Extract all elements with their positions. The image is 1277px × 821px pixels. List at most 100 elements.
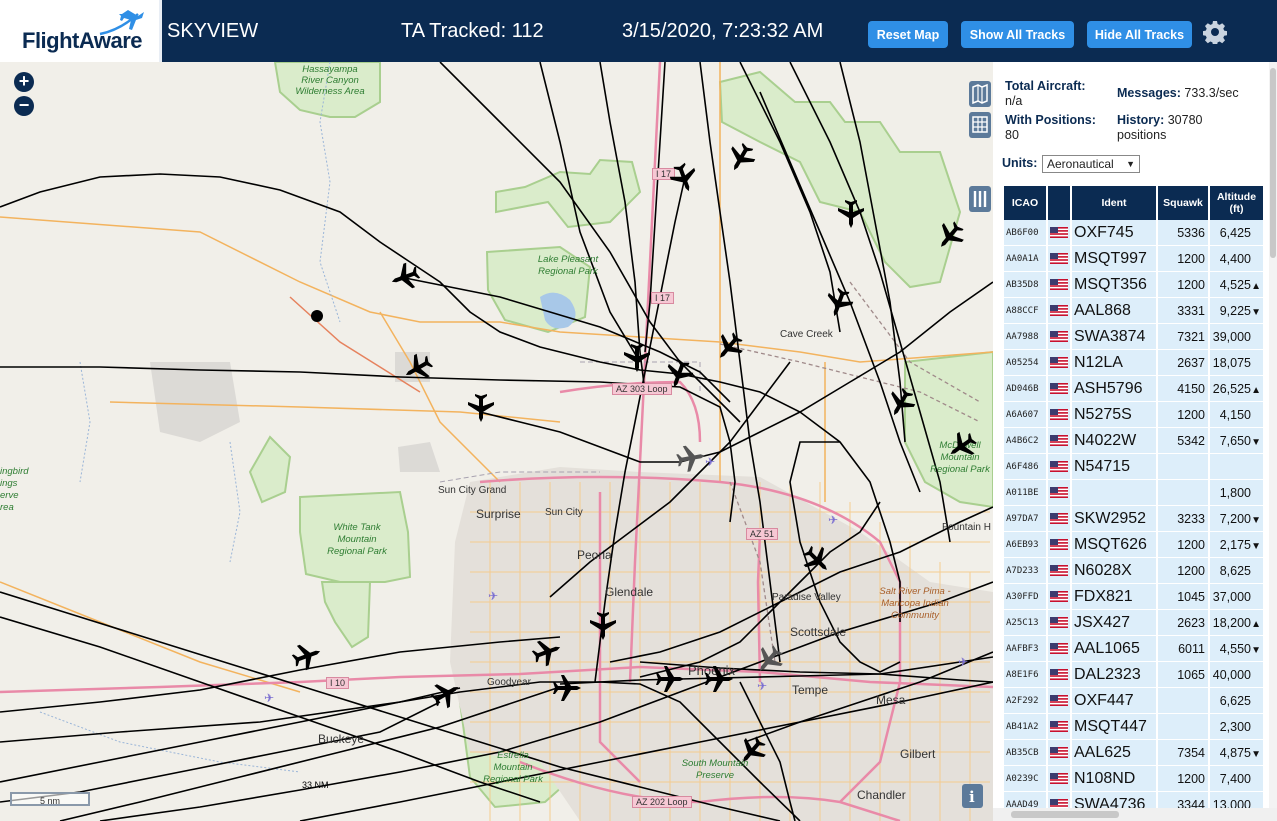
scrollbar-thumb[interactable] [1270, 68, 1276, 258]
cell-squawk [1157, 479, 1210, 506]
cell-icao: A0239C [1004, 765, 1048, 792]
table-row[interactable]: AAFBF3 AAL1065 6011 4,550▼ [1004, 635, 1265, 662]
aircraft-icon[interactable] [750, 641, 788, 679]
cell-altitude: 6,625 [1209, 687, 1265, 714]
aircraft-icon[interactable] [468, 394, 494, 422]
aircraft-icon[interactable] [289, 639, 324, 673]
cell-altitude [1209, 453, 1265, 480]
cell-squawk: 3331 [1157, 297, 1210, 324]
table-row[interactable]: A6EB93 MSQT626 1200 2,175▼ [1004, 531, 1265, 558]
cell-squawk: 2637 [1157, 349, 1210, 376]
table-row[interactable]: AA7988 SWA3874 7321 39,000 [1004, 323, 1265, 350]
cell-flag [1047, 635, 1072, 662]
horizontal-scrollbar-thumb[interactable] [1011, 811, 1119, 818]
aircraft-icon[interactable] [427, 676, 464, 713]
column-header-altitude[interactable]: Altitude (ft) [1209, 186, 1265, 220]
reset-map-button[interactable]: Reset Map [868, 21, 948, 48]
column-toggle-button[interactable] [969, 186, 991, 212]
aircraft-icon[interactable] [656, 666, 684, 692]
aircraft-icon[interactable] [387, 260, 422, 294]
aircraft-icon[interactable] [705, 666, 733, 692]
gear-icon[interactable] [1203, 20, 1227, 44]
altitude-trend-icon: ▼ [1251, 644, 1261, 656]
cell-altitude: 37,000 [1209, 583, 1265, 610]
cell-icao: AD046B [1004, 375, 1048, 402]
column-header-squawk[interactable]: Squawk [1157, 186, 1210, 220]
aircraft-icon[interactable] [675, 443, 707, 473]
column-header-ident[interactable]: Ident [1071, 186, 1158, 220]
cell-flag [1047, 557, 1072, 584]
map-view[interactable]: ✈ ✈ ✈ ✈ ✈ ✈ Hassayampa River Canyon Wild… [0, 62, 993, 821]
table-row[interactable]: A6A607 N5275S 1200 4,150 [1004, 401, 1265, 428]
table-row[interactable]: A25C13 JSX427 2623 18,200▲ [1004, 609, 1265, 636]
aircraft-icon[interactable] [798, 541, 836, 579]
units-select[interactable]: Aeronautical ▼ [1042, 155, 1140, 173]
aircraft-icon[interactable] [590, 612, 616, 640]
horizontal-scrollbar[interactable] [993, 808, 1277, 821]
show-all-tracks-button[interactable]: Show All Tracks [961, 21, 1074, 48]
aircraft-icon[interactable] [624, 344, 650, 372]
cell-ident: MSQT997 [1071, 245, 1158, 272]
table-row[interactable]: A8E1F6 DAL2323 1065 40,000 [1004, 661, 1265, 688]
cell-altitude: 4,875▼ [1209, 739, 1265, 766]
table-row[interactable]: AA0A1A MSQT997 1200 4,400 [1004, 245, 1265, 272]
aircraft-icon[interactable] [943, 427, 981, 464]
column-header-flag[interactable] [1047, 186, 1072, 220]
aircraft-icon[interactable] [723, 139, 760, 176]
cell-flag [1047, 453, 1072, 480]
cell-flag [1047, 505, 1072, 532]
info-button[interactable]: i [962, 784, 983, 808]
table-row[interactable]: A97DA7 SKW2952 3233 7,200▼ [1004, 505, 1265, 532]
aircraft-icon[interactable] [733, 732, 771, 770]
table-row[interactable]: AB41A2 MSQT447 2,300 [1004, 713, 1265, 740]
panel-scrollbar[interactable] [1269, 62, 1277, 821]
cell-ident: N5275S [1071, 401, 1158, 428]
map-layers-button[interactable] [969, 81, 991, 107]
aircraft-icon[interactable] [529, 635, 564, 669]
cell-icao: AA7988 [1004, 323, 1048, 350]
cell-ident: N108ND [1071, 765, 1158, 792]
aircraft-icon[interactable] [662, 356, 696, 391]
table-row[interactable]: A6F486 N54715 [1004, 453, 1265, 480]
table-row[interactable]: AB6F00 OXF745 5336 6,425 [1004, 220, 1265, 246]
aircraft-icon[interactable] [553, 675, 581, 701]
cell-icao: A011BE [1004, 479, 1048, 506]
cell-flag [1047, 713, 1072, 740]
cell-squawk: 7321 [1157, 323, 1210, 350]
altitude-trend-icon: ▼ [1251, 436, 1261, 448]
aircraft-icon[interactable] [838, 200, 864, 228]
top-bar: FlightAware SKYVIEW TA Tracked: 112 3/15… [0, 0, 1277, 62]
aircraft-icon[interactable] [399, 350, 436, 387]
cell-flag [1047, 323, 1072, 350]
table-row[interactable]: A88CCF AAL868 3331 9,225▼ [1004, 297, 1265, 324]
cell-squawk: 1200 [1157, 531, 1210, 558]
column-header-icao[interactable]: ICAO [1004, 186, 1048, 220]
cell-ident: N4022W [1071, 427, 1158, 454]
aircraft-icon[interactable] [931, 217, 969, 255]
cell-flag [1047, 245, 1072, 272]
aircraft-icon[interactable] [822, 285, 856, 320]
zoom-in-button[interactable]: + [14, 72, 34, 92]
aircraft-icon[interactable] [667, 160, 701, 195]
table-row[interactable]: A7D233 N6028X 1200 8,625 [1004, 557, 1265, 584]
cell-ident: MSQT447 [1071, 713, 1158, 740]
cell-icao: AB35CB [1004, 739, 1048, 766]
aircraft-icon[interactable] [883, 384, 920, 421]
zoom-out-button[interactable]: − [14, 96, 34, 116]
table-row[interactable]: A0239C N108ND 1200 7,400 [1004, 765, 1265, 792]
table-row[interactable]: AB35D8 MSQT356 1200 4,525▲ [1004, 271, 1265, 298]
table-row[interactable]: A011BE 1,800 [1004, 479, 1265, 506]
table-row[interactable]: AB35CB AAL625 7354 4,875▼ [1004, 739, 1265, 766]
table-row[interactable]: A2F292 OXF447 6,625 [1004, 687, 1265, 714]
cell-squawk: 6011 [1157, 635, 1210, 662]
table-row[interactable]: AD046B ASH5796 4150 26,525▲ [1004, 375, 1265, 402]
cell-icao: A30FFD [1004, 583, 1048, 610]
cell-ident: AAL625 [1071, 739, 1158, 766]
grid-toggle-button[interactable] [969, 112, 991, 138]
table-row[interactable]: A4B6C2 N4022W 5342 7,650▼ [1004, 427, 1265, 454]
table-row[interactable]: A30FFD FDX821 1045 37,000 [1004, 583, 1265, 610]
hide-all-tracks-button[interactable]: Hide All Tracks [1087, 21, 1192, 48]
table-row[interactable]: A05254 N12LA 2637 18,075 [1004, 349, 1265, 376]
flightaware-logo[interactable]: FlightAware [0, 0, 162, 62]
aircraft-icon[interactable] [710, 328, 748, 366]
